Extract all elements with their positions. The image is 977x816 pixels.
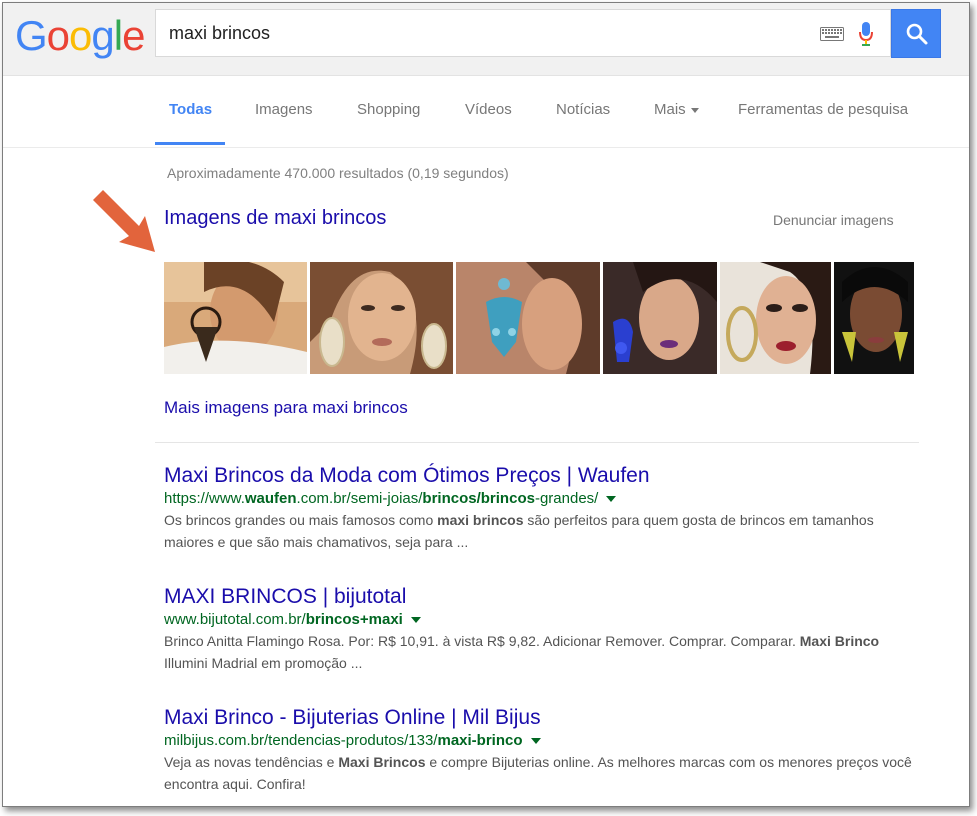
tab-shopping[interactable]: Shopping	[357, 101, 420, 118]
tab-noticias[interactable]: Notícias	[556, 101, 610, 118]
tab-imagens[interactable]: Imagens	[255, 101, 313, 118]
tab-ferramentas[interactable]: Ferramentas de pesquisa	[738, 101, 908, 118]
browser-frame: Google maxi brincos Todas Imagens Shoppi…	[2, 2, 970, 807]
top-bar: Google maxi brincos	[3, 3, 969, 76]
search-query[interactable]: maxi brincos	[169, 23, 270, 44]
result-stats: Aproximadamente 470.000 resultados (0,19…	[167, 165, 509, 181]
image-thumbnail[interactable]	[603, 262, 717, 374]
dropdown-arrow-icon[interactable]	[606, 496, 617, 503]
keyboard-icon[interactable]	[820, 27, 844, 41]
dropdown-arrow-icon[interactable]	[530, 738, 541, 745]
tab-mais[interactable]: Mais	[654, 101, 699, 118]
image-thumbnail[interactable]	[834, 262, 914, 374]
images-heading[interactable]: Imagens de maxi brincos	[164, 207, 386, 230]
active-tab-indicator	[155, 142, 225, 145]
search-result: Maxi Brincos da Moda com Ótimos Preços |…	[164, 463, 924, 553]
result-title[interactable]: Maxi Brinco - Bijuterias Online | Mil Bi…	[164, 705, 924, 731]
search-button[interactable]	[891, 9, 941, 58]
result-snippet: Veja as novas tendências e Maxi Brincos …	[164, 754, 912, 792]
tab-mais-label: Mais	[654, 101, 686, 118]
report-images-link[interactable]: Denunciar imagens	[773, 212, 894, 228]
search-icon	[906, 23, 928, 45]
result-title[interactable]: Maxi Brincos da Moda com Ótimos Preços |…	[164, 463, 924, 489]
result-url[interactable]: https://www.waufen.com.br/semi-joias/bri…	[164, 489, 924, 509]
search-result: MAXI BRINCOS | bijutotal www.bijutotal.c…	[164, 584, 924, 674]
google-logo[interactable]: Google	[15, 11, 145, 61]
result-snippet: Brinco Anitta Flamingo Rosa. Por: R$ 10,…	[164, 633, 880, 671]
image-thumbnail[interactable]	[720, 262, 831, 374]
tab-todas[interactable]: Todas	[169, 101, 212, 118]
result-url[interactable]: www.bijutotal.com.br/brincos+maxi	[164, 610, 924, 630]
search-input[interactable]: maxi brincos	[155, 9, 891, 57]
result-url[interactable]: milbijus.com.br/tendencias-produtos/133/…	[164, 731, 924, 751]
tab-videos[interactable]: Vídeos	[465, 101, 512, 118]
search-tabs: Todas Imagens Shopping Vídeos Notícias M…	[3, 75, 969, 148]
result-snippet: Os brincos grandes ou mais famosos como …	[164, 512, 874, 550]
image-thumbnail[interactable]	[310, 262, 453, 374]
search-result: Maxi Brinco - Bijuterias Online | Mil Bi…	[164, 705, 924, 795]
annotation-arrow-icon	[93, 190, 155, 252]
image-thumbnail[interactable]	[456, 262, 600, 374]
more-images-link[interactable]: Mais imagens para maxi brincos	[164, 398, 408, 418]
image-thumbnail[interactable]	[164, 262, 307, 374]
dropdown-arrow-icon[interactable]	[410, 617, 421, 624]
microphone-icon[interactable]	[858, 21, 874, 47]
result-title[interactable]: MAXI BRINCOS | bijutotal	[164, 584, 924, 610]
section-divider	[155, 442, 919, 443]
chevron-down-icon	[690, 107, 699, 113]
